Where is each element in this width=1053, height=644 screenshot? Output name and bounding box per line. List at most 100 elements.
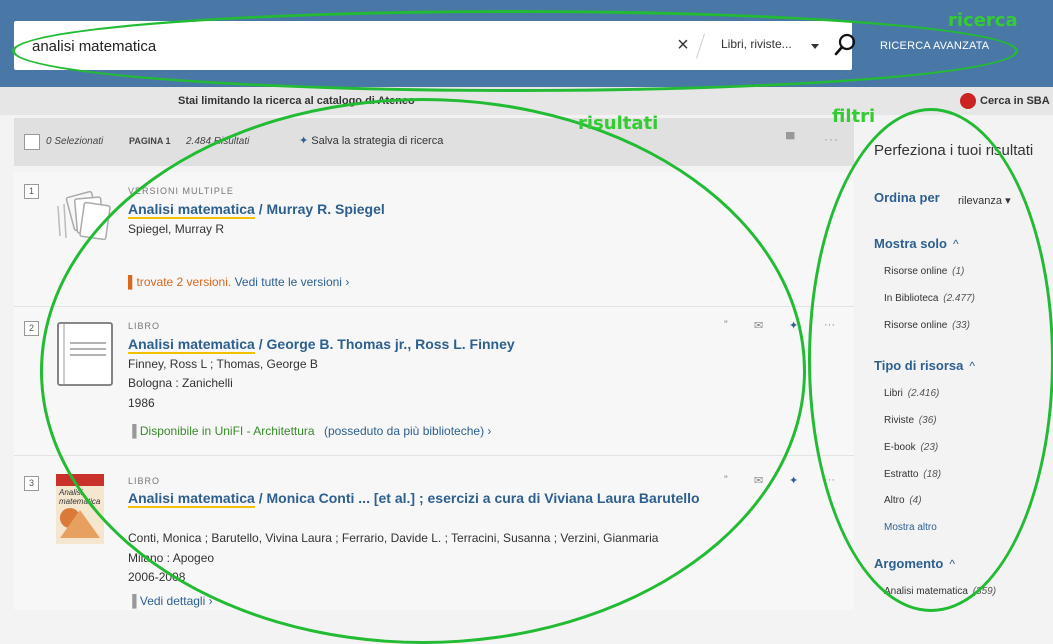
details-link[interactable]: ▐ Vedi dettagli › [128,594,213,608]
search-icon [834,33,856,56]
chevron-down-icon [811,44,819,49]
filters-sidebar: Perfeziona i tuoi risultati Ordina per r… [860,118,1053,610]
catalog-notice-text: Stai limitando la ricerca al catalogo di… [178,95,415,107]
filter-books[interactable]: Libri (2.416) [884,388,939,399]
filter-label: Riviste [884,415,915,426]
filter-count: (2.477) [943,293,975,304]
top-search-bar: × Libri, riviste... RICERCA AVANZATA [0,0,1053,87]
availability-link[interactable]: ▐ Disponibile in UniFI - Architettura (p… [128,424,491,438]
more-options-icon[interactable]: ··· [824,474,835,486]
filter-online-2[interactable]: Risorse online (33) [884,320,970,331]
sort-label: Ordina per [874,190,940,205]
result-publisher: Milano : Apogeo [128,551,215,565]
search-box: × Libri, riviste... [14,21,856,70]
filter-label: Analisi matematica [884,586,968,597]
versions-link-label: Vedi tutte le versioni [234,275,342,289]
cite-icon[interactable]: ” [724,319,728,331]
sba-logo-icon [960,93,976,109]
save-strategy-button[interactable]: ✦ Salva la strategia di ricerca [299,134,443,147]
library-icon: ▐ [128,594,137,608]
filter-journals[interactable]: Riviste (36) [884,415,937,426]
resource-type: LIBRO [128,321,161,331]
clear-search-button[interactable]: × [671,33,695,57]
result-number: 1 [24,184,39,199]
scope-select[interactable]: Libri, riviste... [721,37,821,57]
filter-count: (18) [923,469,942,480]
cite-icon[interactable]: ” [724,474,728,486]
result-author: Conti, Monica ; Barutello, Vivina Laura … [128,531,659,545]
filter-count: (359) [972,586,997,597]
versions-count: trovate 2 versioni. [136,275,232,289]
details-link-label: Vedi dettagli [139,594,206,608]
close-icon: × [677,34,689,56]
filter-label: Risorse online [884,320,948,331]
filter-label: Altro [884,495,905,506]
availability-status: Disponibile in UniFI - Architettura [139,424,315,438]
show-more-link[interactable]: Mostra altro [884,522,937,533]
email-icon[interactable]: ✉ [754,319,763,332]
result-number: 3 [24,476,39,491]
email-icon[interactable]: ✉ [754,474,763,487]
chevron-right-icon: › [208,594,213,608]
resource-type-label: Tipo di risorsa [874,358,964,373]
chevron-up-icon: ^ [949,557,955,571]
filter-in-library[interactable]: In Biblioteca (2.477) [884,293,975,304]
filter-label: Estratto [884,469,919,480]
library-icon: ▐ [128,424,137,438]
title-highlight: Analisi matematica [128,336,255,354]
result-author: Finney, Ross L ; Thomas, George B [128,357,318,371]
results-toolbar: 0 Selezionati PAGINA 1 2.484 Risultati ✦… [14,118,854,166]
results-count: 2.484 Risultati [186,136,250,147]
subject-heading[interactable]: Argomento ^ [874,556,955,571]
result-author: Spiegel, Murray R [128,222,225,236]
filter-label: E-book [884,442,916,453]
search-button[interactable] [832,31,858,59]
more-options-icon[interactable]: ··· [824,132,839,146]
show-only-label: Mostra solo [874,236,947,251]
result-item[interactable]: 1 VERSIONI MULTIPLE Analisi matematica /… [14,172,854,307]
subject-label: Argomento [874,556,944,571]
resource-type-heading[interactable]: Tipo di risorsa ^ [874,358,975,373]
divider [696,33,705,59]
page-indicator: PAGINA 1 [129,136,171,146]
show-only-heading[interactable]: Mostra solo ^ [874,236,959,251]
pin-icon: ✦ [299,135,309,147]
result-title[interactable]: Analisi matematica / Murray R. Spiegel [128,199,728,219]
sort-select[interactable]: rilevanza ▾ [958,194,1011,207]
advanced-search-link[interactable]: RICERCA AVANZATA [880,40,989,52]
more-options-icon[interactable]: ··· [824,319,835,331]
search-input[interactable] [32,35,592,57]
filter-other[interactable]: Altro (4) [884,495,922,506]
pin-icon[interactable]: ✦ [789,474,798,487]
filter-ebooks[interactable]: E-book (23) [884,442,938,453]
filter-label: Risorse online [884,266,948,277]
filter-subject[interactable]: Analisi matematica (359) [884,586,996,597]
result-title[interactable]: Analisi matematica / Monica Conti ... [e… [128,488,728,508]
result-title[interactable]: Analisi matematica / George B. Thomas jr… [128,334,728,354]
chevron-up-icon: ^ [952,237,959,251]
title-highlight: Analisi matematica [128,490,255,508]
filtri-annotation-label: filtri [832,106,876,127]
filter-extracts[interactable]: Estratto (18) [884,469,941,480]
pin-icon[interactable]: ▀ [786,132,795,146]
selected-count: 0 Selezionati [46,136,104,147]
filter-label: In Biblioteca [884,293,939,304]
result-item[interactable]: 3 Analisi matematica LIBRO Analisi matem… [14,456,854,610]
catalog-notice-bar: Stai limitando la ricerca al catalogo di… [0,87,1053,115]
select-all-checkbox[interactable] [24,134,40,150]
scope-select-value: Libri, riviste... [721,37,792,51]
result-item[interactable]: 2 LIBRO Analisi matematica / George B. T… [14,307,854,456]
resource-type: VERSIONI MULTIPLE [128,186,234,196]
sort-value: rilevanza [958,195,1003,207]
result-number: 2 [24,321,39,336]
filter-count: (36) [918,415,937,426]
risultati-annotation-label: risultati [578,113,659,134]
book-cover-image: Analisi matematica [56,474,104,544]
save-strategy-label: Salva la strategia di ricerca [311,135,444,147]
search-sba-link[interactable]: Cerca in SBA [960,93,1050,109]
filter-online[interactable]: Risorse online (1) [884,266,964,277]
versions-link[interactable]: ▌trovate 2 versioni. Vedi tutte le versi… [128,275,349,289]
result-year: 2006-2008 [128,570,186,584]
pin-icon[interactable]: ✦ [789,319,798,332]
availability-extra: (posseduto da più biblioteche) [323,424,485,438]
